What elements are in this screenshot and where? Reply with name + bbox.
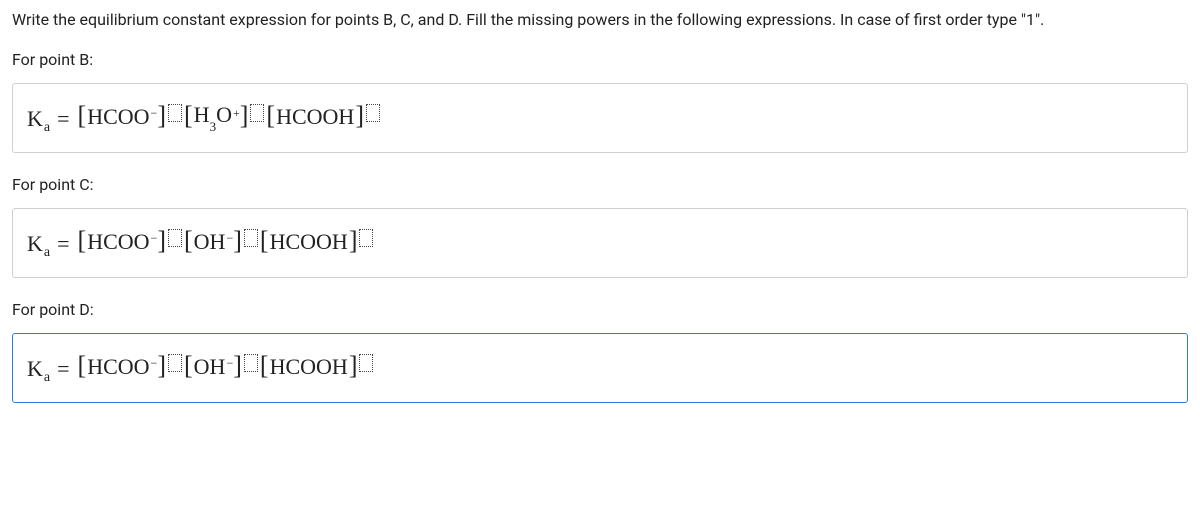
power-input-c2[interactable] bbox=[244, 229, 258, 247]
right-bracket: ] bbox=[355, 101, 364, 131]
species-text: HCOOH bbox=[269, 354, 349, 380]
left-bracket: [ bbox=[184, 226, 193, 256]
term-h3o-plus: [ H3O + ] bbox=[184, 102, 248, 132]
power-input-b3[interactable] bbox=[366, 104, 380, 122]
left-bracket: [ bbox=[260, 226, 269, 256]
term-hcooh: [ HCOOH ] bbox=[266, 102, 364, 132]
k-letter: K bbox=[27, 231, 43, 257]
term-hcoo-minus: [ HCOO − ] bbox=[78, 102, 166, 132]
term-oh-minus: [ OH − ] bbox=[184, 227, 242, 257]
left-bracket: [ bbox=[260, 351, 269, 381]
species-text: H3O bbox=[193, 102, 233, 131]
charge: − bbox=[151, 106, 158, 121]
species-text: OH bbox=[193, 354, 227, 380]
k-symbol: K a bbox=[27, 231, 49, 257]
charge: − bbox=[151, 231, 158, 246]
species-text: HCOO bbox=[86, 354, 150, 380]
right-bracket: ] bbox=[157, 226, 166, 256]
species-text: HCOO bbox=[86, 229, 150, 255]
k-subscript: a bbox=[44, 370, 50, 386]
term-hcoo-minus: [ HCOO − ] bbox=[78, 352, 166, 382]
left-bracket: [ bbox=[266, 101, 275, 131]
k-subscript: a bbox=[44, 245, 50, 261]
right-bracket: ] bbox=[349, 351, 358, 381]
equation-c: K a = [ HCOO − ] [ OH − ] [ HCOOH ] bbox=[27, 227, 1173, 257]
sub-3: 3 bbox=[210, 119, 217, 134]
point-c-label: For point C: bbox=[12, 175, 1188, 194]
equals-sign: = bbox=[57, 231, 69, 257]
k-symbol: K a bbox=[27, 356, 49, 382]
charge: − bbox=[226, 356, 233, 371]
power-input-d2[interactable] bbox=[244, 354, 258, 372]
power-input-d3[interactable] bbox=[359, 354, 373, 372]
equation-d: K a = [ HCOO − ] [ OH − ] [ HCOOH ] bbox=[27, 352, 1173, 382]
equals-sign: = bbox=[57, 106, 69, 132]
charge: − bbox=[151, 356, 158, 371]
equation-box-d[interactable]: K a = [ HCOO − ] [ OH − ] [ HCOOH ] bbox=[12, 333, 1188, 403]
species-text: OH bbox=[193, 229, 227, 255]
species-text: HCOOH bbox=[269, 229, 349, 255]
left-bracket: [ bbox=[78, 101, 87, 131]
h-pre: H bbox=[194, 102, 210, 127]
term-hcooh: [ HCOOH ] bbox=[260, 227, 358, 257]
equation-box-b: K a = [ HCOO − ] [ H3O + ] [ HCOOH ] bbox=[12, 83, 1188, 153]
equals-sign: = bbox=[57, 356, 69, 382]
right-bracket: ] bbox=[157, 351, 166, 381]
left-bracket: [ bbox=[78, 351, 87, 381]
power-input-b1[interactable] bbox=[168, 104, 182, 122]
term-hcoo-minus: [ HCOO − ] bbox=[78, 227, 166, 257]
right-bracket: ] bbox=[240, 101, 249, 131]
equation-b: K a = [ HCOO − ] [ H3O + ] [ HCOOH ] bbox=[27, 102, 1173, 132]
instruction-text: Write the equilibrium constant expressio… bbox=[12, 8, 1188, 32]
k-letter: K bbox=[27, 356, 43, 382]
power-input-c1[interactable] bbox=[168, 229, 182, 247]
left-bracket: [ bbox=[184, 101, 193, 131]
power-input-c3[interactable] bbox=[359, 229, 373, 247]
species-text: HCOO bbox=[86, 104, 150, 130]
power-input-b2[interactable] bbox=[250, 104, 264, 122]
left-bracket: [ bbox=[78, 226, 87, 256]
point-d-label: For point D: bbox=[12, 300, 1188, 319]
point-b-label: For point B: bbox=[12, 50, 1188, 69]
right-bracket: ] bbox=[233, 226, 242, 256]
equation-box-c: K a = [ HCOO − ] [ OH − ] [ HCOOH ] bbox=[12, 208, 1188, 278]
charge: − bbox=[226, 231, 233, 246]
term-hcooh: [ HCOOH ] bbox=[260, 352, 358, 382]
term-oh-minus: [ OH − ] bbox=[184, 352, 242, 382]
power-input-d1[interactable] bbox=[168, 354, 182, 372]
right-bracket: ] bbox=[349, 226, 358, 256]
species-text: HCOOH bbox=[275, 104, 355, 130]
left-bracket: [ bbox=[184, 351, 193, 381]
k-letter: K bbox=[27, 106, 43, 132]
right-bracket: ] bbox=[233, 351, 242, 381]
k-subscript: a bbox=[44, 120, 50, 136]
o-post: O bbox=[216, 102, 232, 127]
charge: + bbox=[233, 106, 240, 121]
k-symbol: K a bbox=[27, 106, 49, 132]
right-bracket: ] bbox=[157, 101, 166, 131]
